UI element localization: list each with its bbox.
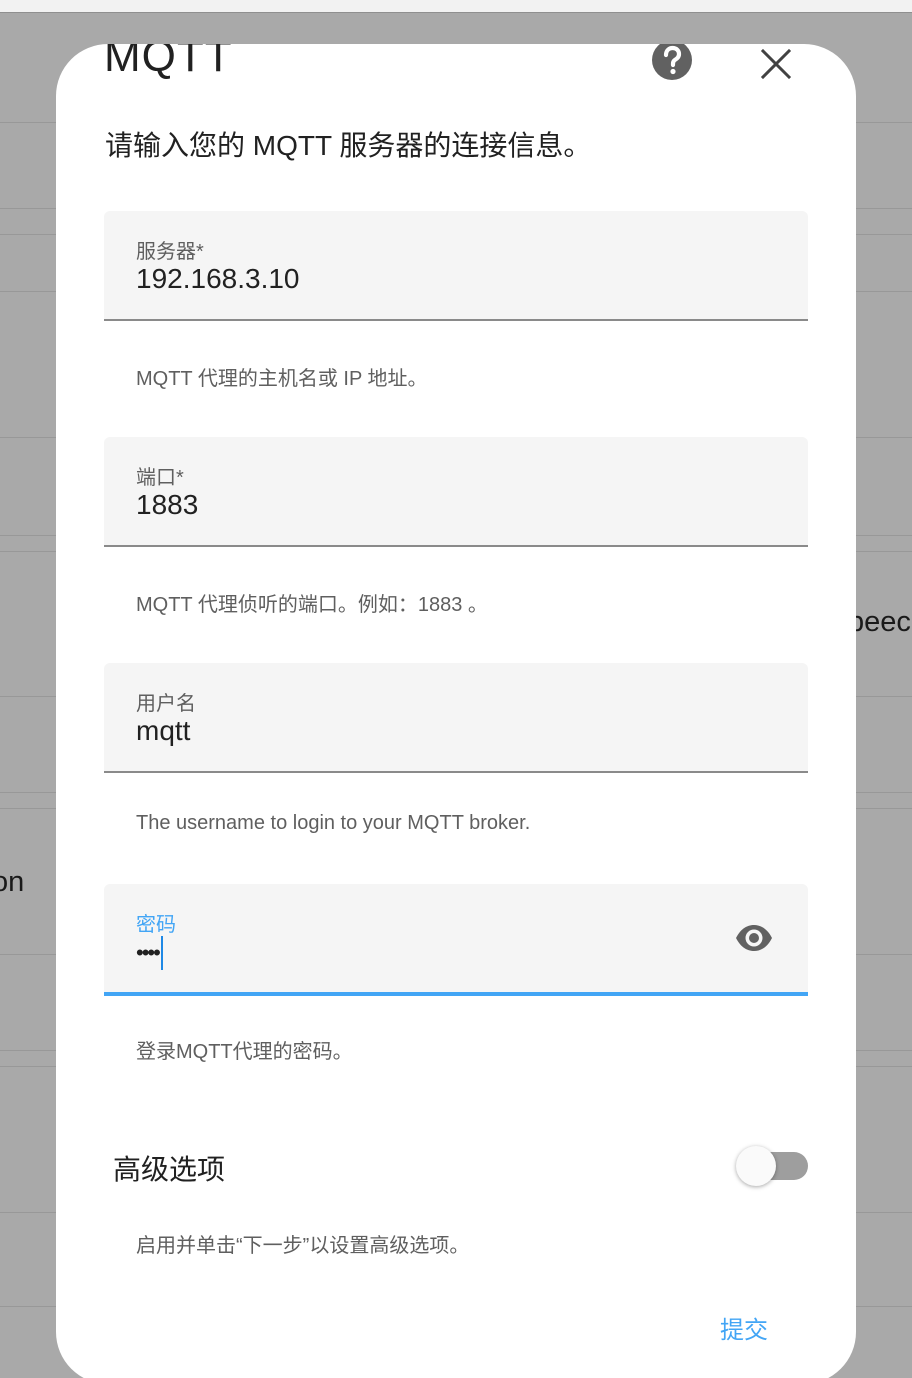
username-label: 用户名 bbox=[136, 693, 196, 715]
broker-label: 服务器* bbox=[136, 241, 204, 263]
port-label: 端口* bbox=[136, 467, 184, 489]
password-label: 密码 bbox=[136, 914, 176, 936]
background-partial-text: peec bbox=[848, 606, 911, 638]
help-circle-icon[interactable] bbox=[652, 44, 692, 80]
password-field[interactable]: 密码 •••• bbox=[104, 884, 808, 996]
broker-helper-text: MQTT 代理的主机名或 IP 地址。 bbox=[136, 368, 428, 390]
mqtt-config-dialog: MQTT 请输入您的 MQTT 服务器的连接信息。 服务器* 192.168.3… bbox=[56, 44, 856, 1378]
port-input[interactable]: 1883 bbox=[136, 489, 198, 521]
port-field[interactable]: 端口* 1883 bbox=[104, 437, 808, 547]
password-helper-text: 登录MQTT代理的密码。 bbox=[136, 1041, 353, 1063]
password-input[interactable]: •••• bbox=[136, 936, 163, 970]
advanced-options-label: 高级选项 bbox=[113, 1154, 226, 1185]
username-field[interactable]: 用户名 mqtt bbox=[104, 663, 808, 773]
dialog-description: 请输入您的 MQTT 服务器的连接信息。 bbox=[105, 130, 592, 161]
background-top-bar bbox=[0, 0, 912, 13]
toggle-knob bbox=[736, 1146, 776, 1186]
eye-icon[interactable] bbox=[734, 922, 774, 954]
username-input[interactable]: mqtt bbox=[136, 715, 190, 747]
advanced-options-helper-text: 启用并单击“下一步”以设置高级选项。 bbox=[136, 1235, 470, 1257]
close-icon[interactable] bbox=[756, 44, 796, 84]
broker-field[interactable]: 服务器* 192.168.3.10 bbox=[104, 211, 808, 321]
username-helper-text: The username to login to your MQTT broke… bbox=[136, 812, 531, 834]
background-partial-text: on bbox=[0, 866, 25, 898]
broker-input[interactable]: 192.168.3.10 bbox=[136, 263, 300, 295]
submit-button[interactable]: 提交 bbox=[720, 1310, 768, 1345]
advanced-options-toggle[interactable] bbox=[736, 1146, 808, 1186]
dialog-title: MQTT bbox=[104, 44, 233, 81]
port-helper-text: MQTT 代理侦听的端口。例如：1883 。 bbox=[136, 594, 488, 616]
